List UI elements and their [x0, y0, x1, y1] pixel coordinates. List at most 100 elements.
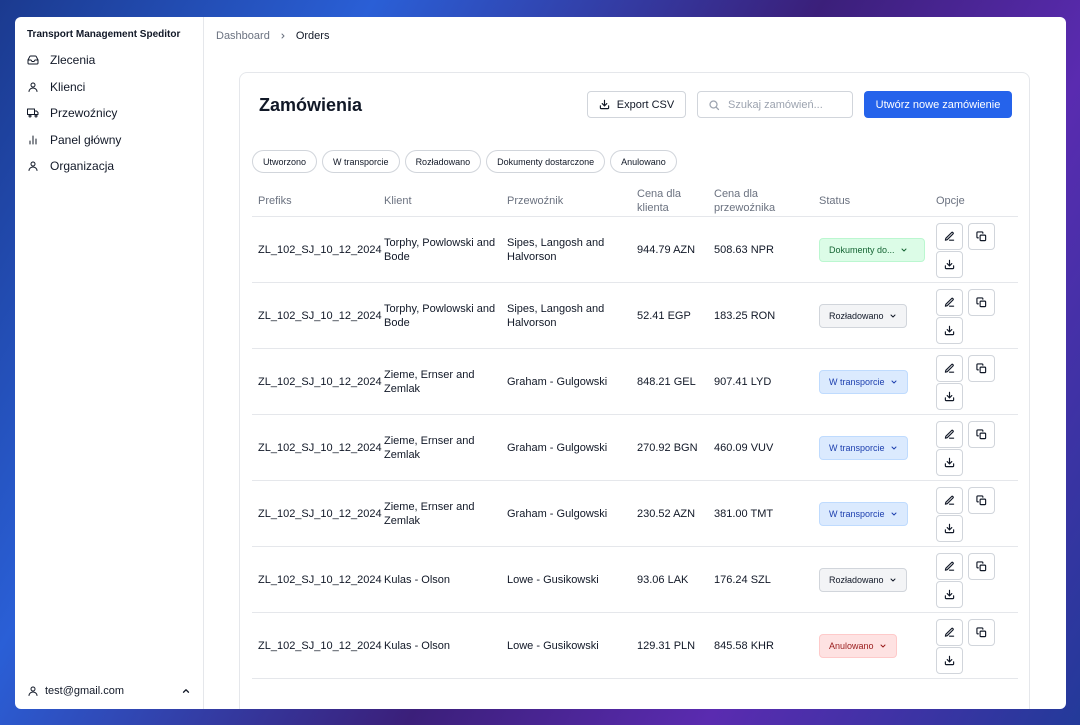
duplicate-button[interactable] — [968, 222, 995, 250]
cell-options — [936, 613, 1006, 679]
cell-price-carrier: 508.63 NPR — [714, 243, 774, 256]
filter-chip-w-transporcie[interactable]: W transporcie — [322, 150, 400, 173]
cell-status: Anulowano — [819, 613, 929, 679]
cell-prefix: ZL_102_SJ_10_12_2024 — [258, 309, 382, 322]
breadcrumb-dashboard[interactable]: Dashboard — [216, 30, 270, 42]
download-icon — [944, 259, 955, 270]
edit-button[interactable] — [936, 420, 963, 448]
sidebar-item-label: Przewoźnicy — [50, 106, 118, 121]
table-row: ZL_102_SJ_10_12_2024 Kulas - Olson Lowe - … — [252, 547, 1018, 613]
user-icon — [27, 160, 39, 172]
status-label: Rozładowano — [829, 310, 884, 321]
status-dropdown[interactable]: W transporcie — [819, 502, 908, 526]
cell-options — [936, 547, 1006, 613]
page-title: Zamówienia — [259, 95, 363, 115]
create-order-button[interactable]: Utwórz nowe zamówienie — [864, 91, 1012, 118]
filter-chip-anulowano[interactable]: Anulowano — [610, 150, 677, 173]
edit-button[interactable] — [936, 618, 963, 646]
copy-icon — [976, 296, 987, 308]
cell-status: Dokumenty do... — [819, 217, 929, 283]
cell-client: Zieme, Ernser and Zemlak — [384, 368, 475, 396]
cell-prefix: ZL_102_SJ_10_12_2024 — [258, 243, 382, 256]
download-button[interactable] — [936, 382, 963, 410]
download-button[interactable] — [936, 580, 963, 608]
cell-carrier: Graham - Gulgowski — [507, 507, 608, 520]
duplicate-button[interactable] — [968, 486, 995, 514]
edit-button[interactable] — [936, 552, 963, 580]
filter-chip-utworzono[interactable]: Utworzono — [252, 150, 318, 173]
search-input[interactable] — [728, 98, 846, 111]
cell-options — [936, 415, 1006, 481]
edit-button[interactable] — [936, 354, 963, 382]
user-email: test@gmail.com — [45, 685, 125, 697]
duplicate-button[interactable] — [968, 288, 995, 316]
duplicate-button[interactable] — [968, 618, 995, 646]
orders-card: Zamówienia Export CSV Utwórz nowe zamówi… — [239, 72, 1030, 709]
row-actions — [936, 354, 996, 410]
cell-price-client: 270.92 BGN — [637, 441, 698, 454]
cell-prefix: ZL_102_SJ_10_12_2024 — [258, 639, 382, 652]
pencil-icon — [944, 561, 955, 572]
user-icon — [27, 81, 39, 93]
download-button[interactable] — [936, 514, 963, 542]
status-label: W transporcie — [829, 376, 885, 387]
cell-price-client: 52.41 EGP — [637, 309, 691, 322]
row-actions — [936, 618, 996, 674]
sidebar-item-panel-glowny[interactable]: Panel główny — [15, 127, 203, 154]
row-actions — [936, 552, 996, 608]
download-button[interactable] — [936, 316, 963, 344]
cell-status: Rozładowano — [819, 547, 929, 613]
sidebar-item-przewoznicy[interactable]: Przewoźnicy — [15, 100, 203, 127]
download-button[interactable] — [936, 646, 963, 674]
edit-button[interactable] — [936, 288, 963, 316]
header-price-client: Cena dla klienta — [637, 188, 682, 214]
status-dropdown[interactable]: Anulowano — [819, 634, 897, 658]
cell-client: Torphy, Powlowski and Bode — [384, 236, 496, 264]
duplicate-button[interactable] — [968, 420, 995, 448]
app-title: Transport Management Speditor — [27, 29, 181, 40]
chevron-down-icon — [890, 378, 898, 386]
download-icon — [944, 655, 955, 666]
download-icon — [944, 391, 955, 402]
cell-client: Zieme, Ernser and Zemlak — [384, 434, 475, 462]
header-status: Status — [819, 195, 851, 207]
download-button[interactable] — [936, 250, 963, 278]
cell-carrier: Sipes, Langosh and Halvorson — [507, 236, 605, 264]
pencil-icon — [944, 495, 955, 506]
row-actions — [936, 486, 996, 542]
copy-icon — [976, 626, 987, 638]
filter-chip-rozladowano[interactable]: Rozładowano — [404, 150, 482, 173]
cell-status: W transporcie — [819, 481, 929, 547]
copy-icon — [976, 494, 987, 506]
download-icon — [944, 589, 955, 600]
chevron-down-icon — [879, 642, 887, 650]
sidebar-item-organizacja[interactable]: Organizacja — [15, 153, 203, 180]
edit-button[interactable] — [936, 222, 963, 250]
cell-status: W transporcie — [819, 415, 929, 481]
cell-price-carrier: 381.00 TMT — [714, 507, 774, 520]
cell-price-carrier: 460.09 VUV — [714, 441, 774, 454]
cell-prefix: ZL_102_SJ_10_12_2024 — [258, 441, 382, 454]
download-button[interactable] — [936, 448, 963, 476]
filter-chip-dokumenty-dostarczone[interactable]: Dokumenty dostarczone — [486, 150, 606, 173]
status-dropdown[interactable]: Rozładowano — [819, 304, 907, 328]
sidebar-item-klienci[interactable]: Klienci — [15, 74, 203, 101]
sidebar-item-zlecenia[interactable]: Zlecenia — [15, 47, 203, 74]
table-header: Prefiks Klient Przewoźnik Cena dla klien… — [252, 185, 1018, 217]
status-dropdown[interactable]: W transporcie — [819, 436, 908, 460]
edit-button[interactable] — [936, 486, 963, 514]
header-price-carrier: Cena dla przewoźnika — [714, 188, 776, 214]
sidebar: Transport Management Speditor Zlecenia K… — [15, 17, 204, 709]
header-carrier: Przewoźnik — [507, 195, 564, 207]
duplicate-button[interactable] — [968, 354, 995, 382]
duplicate-button[interactable] — [968, 552, 995, 580]
copy-icon — [976, 560, 987, 572]
pencil-icon — [944, 627, 955, 638]
cell-price-client: 848.21 GEL — [637, 375, 696, 388]
cell-client: Torphy, Powlowski and Bode — [384, 302, 496, 330]
status-dropdown[interactable]: Dokumenty do... — [819, 238, 925, 262]
status-dropdown[interactable]: Rozładowano — [819, 568, 907, 592]
export-csv-button[interactable]: Export CSV — [587, 91, 686, 118]
user-menu[interactable]: test@gmail.com — [15, 673, 203, 709]
status-dropdown[interactable]: W transporcie — [819, 370, 908, 394]
